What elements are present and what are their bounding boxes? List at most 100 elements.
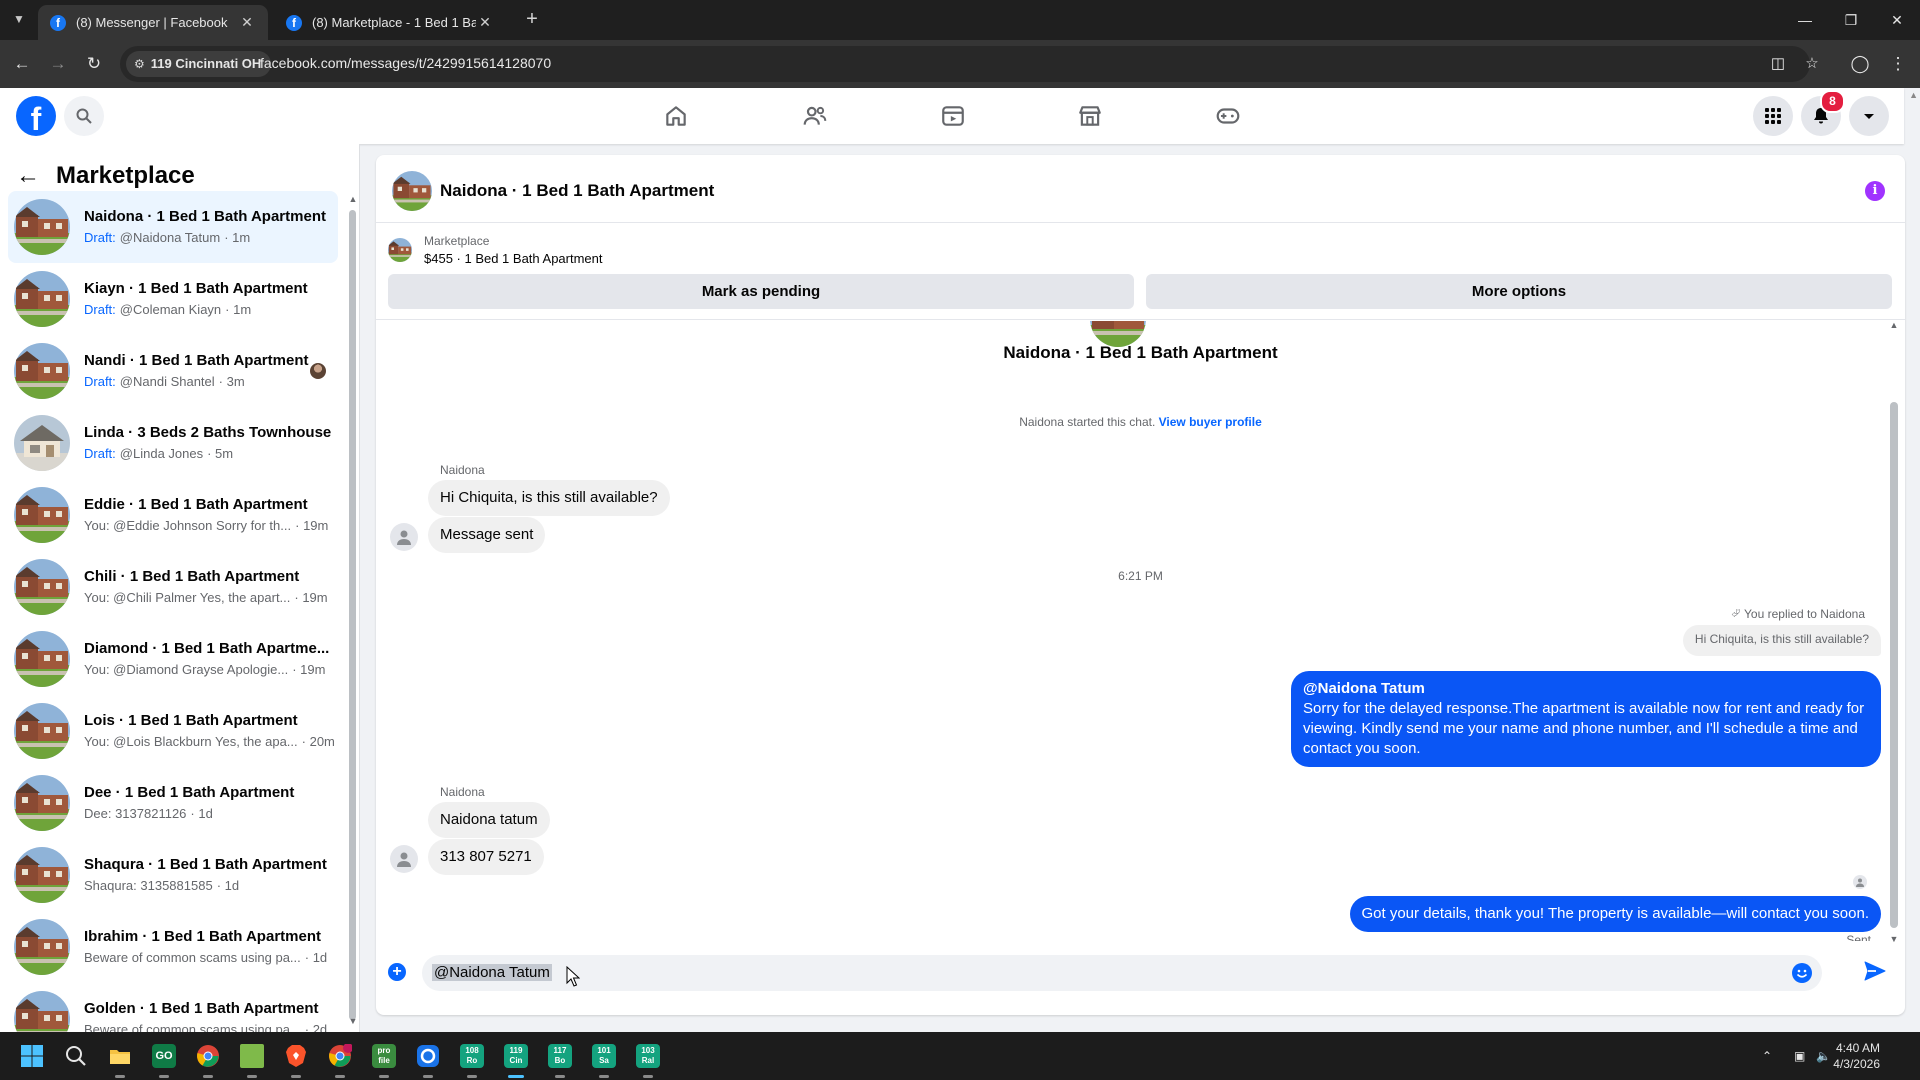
network-icon[interactable]: ▣ (1794, 1032, 1805, 1080)
send-icon[interactable] (1862, 959, 1888, 983)
conversation-item[interactable]: Kiayn · 1 Bed 1 Bath Apartment Draft: @Col… (8, 263, 338, 335)
listing-avatar[interactable] (392, 171, 432, 211)
listing-price-title[interactable]: $455 · 1 Bed 1 Bath Apartment (424, 251, 603, 266)
back-arrow-icon[interactable]: ← (16, 164, 40, 188)
preview-time: · 19m (294, 590, 328, 605)
scroll-up-arrow[interactable]: ▲ (348, 194, 358, 204)
conversation-item[interactable]: Golden · 1 Bed 1 Bath Apartment Beware of… (8, 983, 338, 1032)
outgoing-message[interactable]: @Naidona Tatum Sorry for the delayed res… (1291, 671, 1881, 767)
back-arrow-icon[interactable]: ← (10, 52, 34, 76)
listing-avatar (14, 775, 70, 831)
view-buyer-profile-link[interactable]: View buyer profile (1159, 415, 1262, 429)
home-nav-icon[interactable] (620, 88, 732, 144)
listing-thumbnail[interactable] (388, 238, 412, 262)
facebook-logo-icon[interactable]: f (16, 96, 56, 136)
conversation-item[interactable]: Linda · 3 Beds 2 Baths Townhouse Draft: @L… (8, 407, 338, 479)
kebab-menu-icon[interactable]: ⋮ (1886, 52, 1910, 76)
conversation-item[interactable]: Naidona · 1 Bed 1 Bath Apartment Draft: @N… (8, 191, 338, 263)
close-tab-icon[interactable]: ✕ (476, 14, 494, 31)
bookmark-star-icon[interactable]: ☆ (1800, 52, 1824, 76)
incoming-message[interactable]: Hi Chiquita, is this still available? (428, 480, 670, 516)
install-app-icon[interactable]: ◫ (1766, 52, 1790, 76)
message-mention[interactable]: @Naidona Tatum (1303, 679, 1869, 699)
notepad-icon[interactable] (236, 1040, 268, 1078)
info-icon[interactable]: i (1865, 181, 1885, 201)
incoming-message[interactable]: Naidona tatum (428, 802, 550, 838)
marketplace-nav-icon[interactable] (1034, 88, 1146, 144)
green-app-icon[interactable]: GO (148, 1040, 180, 1078)
sidebar-scrollbar[interactable]: ▲ ▼ (348, 194, 358, 1026)
outgoing-message[interactable]: Got your details, thank you! The propert… (1349, 896, 1881, 932)
marketplace-listing-bar: Marketplace $455 · 1 Bed 1 Bath Apartmen… (376, 224, 1905, 320)
quoted-message[interactable]: Hi Chiquita, is this still available? (1682, 625, 1881, 656)
close-window-button[interactable]: ✕ (1874, 0, 1920, 40)
conversation-item[interactable]: Lois · 1 Bed 1 Bath Apartment You: @Lois … (8, 695, 338, 767)
chat-scroll-thumb[interactable] (1890, 402, 1898, 928)
page-scroll-up-arrow[interactable]: ▲ (1909, 90, 1918, 100)
conversation-preview: Draft: @Coleman Kiayn · 1m (84, 301, 338, 319)
conversation-item[interactable]: Diamond · 1 Bed 1 Bath Apartme... You: @D… (8, 623, 338, 695)
scroll-down-arrow[interactable]: ▼ (348, 1016, 358, 1026)
emoji-icon[interactable] (1792, 963, 1812, 983)
volume-icon[interactable]: 🔈 (1816, 1032, 1831, 1080)
address-bar[interactable]: ⚙ 119 Cincinnati OH facebook.com/message… (120, 46, 1819, 82)
chrome-icon[interactable] (192, 1040, 224, 1078)
system-clock[interactable]: 4:40 AM 4/3/2026 (1833, 1040, 1880, 1072)
site-info-chip[interactable]: ⚙ 119 Cincinnati OH (126, 51, 272, 77)
forward-arrow-icon[interactable]: → (46, 52, 70, 76)
scroll-up-arrow[interactable]: ▲ (1889, 320, 1899, 330)
conversation-item[interactable]: Dee · 1 Bed 1 Bath Apartment Dee: 3137821… (8, 767, 338, 839)
watch-video-nav-icon[interactable] (897, 88, 1009, 144)
message-input[interactable]: @Naidona Tatum (422, 955, 1822, 991)
conversation-item[interactable]: Ibrahim · 1 Bed 1 Bath Apartment Beware o… (8, 911, 338, 983)
new-tab-button[interactable]: + (520, 8, 544, 32)
profile-108-ro-icon[interactable]: 108 Ro (456, 1040, 488, 1078)
chat-scrollbar[interactable]: ▲ ▼ (1889, 320, 1899, 944)
profile-icon[interactable]: ◯ (1848, 52, 1872, 76)
sidebar-scroll-thumb[interactable] (349, 210, 356, 1020)
conversation-text: Diamond · 1 Bed 1 Bath Apartme... You: @D… (84, 639, 338, 679)
brave-icon[interactable] (280, 1040, 312, 1078)
minimize-button[interactable]: — (1782, 0, 1828, 40)
scroll-down-arrow[interactable]: ▼ (1889, 934, 1899, 944)
mark-as-pending-button[interactable]: Mark as pending (388, 274, 1134, 309)
conversation-item[interactable]: Eddie · 1 Bed 1 Bath Apartment You: @Eddi… (8, 479, 338, 551)
facebook-favicon-icon: f (50, 14, 66, 31)
restore-button[interactable]: ❐ (1828, 0, 1874, 40)
profile-103-ral-icon[interactable]: 103 Ral (632, 1040, 664, 1078)
url-text[interactable]: facebook.com/messages/t/2429915614128070 (260, 55, 551, 71)
reload-icon[interactable]: ↻ (82, 52, 106, 76)
incoming-message[interactable]: Message sent (428, 517, 546, 553)
gaming-nav-icon[interactable] (1172, 88, 1284, 144)
search-icon[interactable] (64, 96, 104, 136)
profile-101-sa-icon[interactable]: 101 Sa (588, 1040, 620, 1078)
close-tab-icon[interactable]: ✕ (238, 14, 256, 31)
conversation-item[interactable]: Shaqura · 1 Bed 1 Bath Apartment Shaqura:… (8, 839, 338, 911)
taskbar-search-icon[interactable] (60, 1040, 92, 1072)
tab-messenger[interactable]: f (8) Messenger | Facebook ✕ (38, 5, 268, 40)
preview-text: Beware of common scams using pa... (84, 950, 301, 965)
chat-title[interactable]: Naidona · 1 Bed 1 Bath Apartment (440, 181, 714, 201)
plus-icon[interactable]: + (388, 963, 406, 981)
profile-117-bo-icon[interactable]: 117 Bo (544, 1040, 576, 1078)
incoming-message[interactable]: 313 807 5271 (428, 839, 544, 875)
sender-avatar[interactable] (390, 845, 418, 873)
conversation-item[interactable]: Nandi · 1 Bed 1 Bath Apartment Draft: @Nan… (8, 335, 338, 407)
show-hidden-icons[interactable]: ⌃ (1762, 1032, 1772, 1080)
tab-search-dropdown-icon[interactable]: ▼ (8, 8, 30, 30)
windows-start-icon[interactable] (16, 1040, 48, 1072)
profile-119-cin-icon[interactable]: 119 Cin (500, 1040, 532, 1078)
notifications-bell-icon[interactable]: 8 (1801, 90, 1845, 136)
sender-avatar[interactable] (390, 523, 418, 551)
tab-marketplace[interactable]: f (8) Marketplace - 1 Bed 1 Bath ✕ (274, 5, 506, 40)
protile-app-icon[interactable]: pro file (368, 1040, 400, 1078)
friends-nav-icon[interactable] (759, 88, 871, 144)
blue-browser-icon[interactable] (412, 1040, 444, 1078)
message-input-text[interactable]: @Naidona Tatum (432, 964, 552, 981)
chrome-profile-icon[interactable] (324, 1040, 356, 1078)
more-options-button[interactable]: More options (1146, 274, 1892, 309)
file-explorer-icon[interactable] (104, 1040, 136, 1078)
menu-grid-icon[interactable] (1753, 96, 1793, 136)
account-dropdown-icon[interactable] (1849, 96, 1889, 136)
conversation-item[interactable]: Chili · 1 Bed 1 Bath Apartment You: @Chil… (8, 551, 338, 623)
